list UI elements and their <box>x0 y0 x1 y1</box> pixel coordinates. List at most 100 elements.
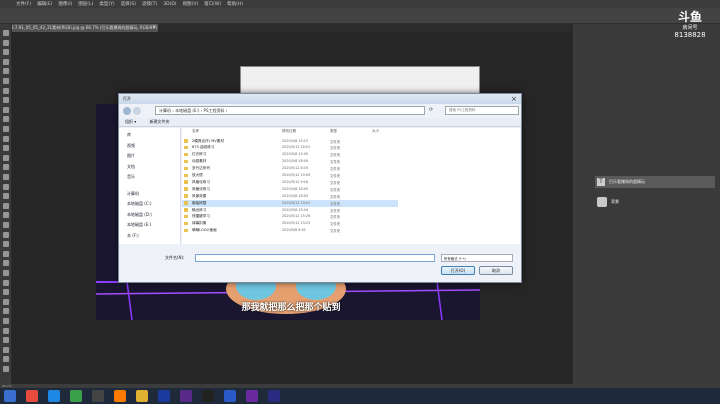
column-name[interactable]: 名称 <box>192 129 199 134</box>
new-folder-button[interactable]: 新建文件夹 <box>150 119 170 124</box>
taskbar-app-icon[interactable] <box>92 390 104 402</box>
cancel-button[interactable]: 取消 <box>479 266 513 275</box>
close-tab-icon[interactable]: × <box>152 24 160 32</box>
file-row[interactable]: 风格化练习 2020/5/12 9:16 文件夹 <box>182 179 398 186</box>
taskbar-app-icon[interactable] <box>202 390 214 402</box>
menu-item[interactable]: 编辑(E) <box>37 1 52 7</box>
column-type[interactable]: 类型 <box>330 129 337 134</box>
menu-item[interactable]: 文件(F) <box>16 1 31 7</box>
file-row[interactable]: 服装修整 2020/5/12 23:01 文件夹 <box>182 200 398 207</box>
search-input[interactable]: 搜索 PS工程资料 <box>445 106 519 115</box>
filename-input[interactable] <box>195 254 435 262</box>
taskbar-app-icon[interactable] <box>48 390 60 402</box>
tree-item[interactable]: 本地磁盘 (E:) <box>127 222 151 228</box>
tool-icon[interactable] <box>3 87 9 94</box>
file-row[interactable]: 675 曲线练习 2020/5/12 20:01 文件夹 <box>182 145 398 152</box>
tool-icon[interactable] <box>3 298 9 305</box>
layer-row-text[interactable]: T 巴乐看爆周的超精玩 <box>595 176 715 188</box>
tree-item[interactable]: 文档 <box>127 164 135 170</box>
taskbar-app-icon[interactable] <box>70 390 82 402</box>
layer-row-background[interactable]: 背景 <box>595 196 715 208</box>
tree-item[interactable]: 音乐 <box>127 174 135 180</box>
tree-item[interactable]: 图片 <box>127 153 135 159</box>
tool-icon[interactable] <box>3 135 9 142</box>
file-row[interactable]: 多代达系列 2020/5/12 8:16 文件夹 <box>182 166 398 173</box>
file-row[interactable]: 绿幕扣像 2020/5/12 23:23 文件夹 <box>182 221 398 228</box>
tool-icon[interactable] <box>3 202 9 209</box>
tool-icon[interactable] <box>3 174 9 180</box>
taskbar-app-icon[interactable] <box>4 390 16 402</box>
tool-icon[interactable] <box>3 212 9 219</box>
tool-icon[interactable] <box>3 241 9 248</box>
tool-icon[interactable] <box>3 49 9 56</box>
tool-icon[interactable] <box>3 58 9 65</box>
refresh-icon[interactable]: ⟳ <box>429 107 441 115</box>
menu-item[interactable]: 选择(S) <box>121 1 136 7</box>
file-row[interactable]: 风景效果 2020/5/8 18:03 文件夹 <box>182 193 398 200</box>
filetype-select[interactable]: 所有格式 (*.*) <box>441 254 513 262</box>
taskbar-app-icon[interactable] <box>136 390 148 402</box>
organize-button[interactable]: 组织 ▾ <box>125 119 136 124</box>
file-row[interactable]: 2模具合作) MV素材 2020/5/8 15:15 文件夹 <box>182 138 398 145</box>
tool-icon[interactable] <box>3 106 9 113</box>
taskbar-app-icon[interactable] <box>26 390 38 402</box>
menu-item[interactable]: 类型(Y) <box>99 1 114 7</box>
taskbar-app-icon[interactable] <box>246 390 258 402</box>
file-row[interactable]: 风格化练习 2020/5/8 18:05 文件夹 <box>182 186 398 193</box>
tree-item[interactable]: 本地磁盘 (C:) <box>127 201 152 207</box>
tool-icon[interactable] <box>3 145 9 152</box>
taskbar-app-icon[interactable] <box>180 390 192 402</box>
tool-icon[interactable] <box>3 270 9 276</box>
menu-item[interactable]: 视图(V) <box>183 1 199 7</box>
taskbar-app-icon[interactable] <box>224 390 236 402</box>
tool-icon[interactable] <box>3 356 9 363</box>
tool-icon[interactable] <box>3 337 9 344</box>
tool-icon[interactable] <box>3 97 9 104</box>
dialog-close-icon[interactable]: × <box>511 95 517 103</box>
address-bar[interactable]: 计算机 › 本地磁盘 (E:) › PS工程资料 › <box>155 106 425 115</box>
tool-icon[interactable] <box>3 193 9 200</box>
tool-icon[interactable] <box>3 289 9 296</box>
tool-icon[interactable] <box>3 154 9 161</box>
menu-item[interactable]: 3D(D) <box>163 2 176 7</box>
file-row[interactable]: 快捷键学习 2020/5/12 15:26 文件夹 <box>182 214 398 221</box>
tool-icon[interactable] <box>3 164 9 171</box>
tool-icon[interactable] <box>3 222 9 228</box>
file-row[interactable]: 萌萌LOGO速画 2020/5/8 8:01 文件夹 <box>182 228 398 235</box>
tool-icon[interactable] <box>3 318 9 324</box>
tool-icon[interactable] <box>3 250 9 257</box>
open-button[interactable]: 打开(O) <box>441 266 475 275</box>
tool-icon[interactable] <box>3 279 9 286</box>
column-size[interactable]: 大小 <box>372 129 379 134</box>
tool-icon[interactable] <box>3 78 9 84</box>
tool-icon[interactable] <box>3 183 9 190</box>
tool-icon[interactable] <box>3 366 9 372</box>
taskbar-app-icon[interactable] <box>114 390 126 402</box>
tool-icon[interactable] <box>3 30 9 36</box>
file-row[interactable]: 灯光练习 2020/5/8 15:05 文件夹 <box>182 152 398 159</box>
taskbar-app-icon[interactable] <box>158 390 170 402</box>
tree-item[interactable]: 本地磁盘 (D:) <box>127 212 152 218</box>
file-row[interactable]: 输出练习 2020/5/8 15:04 文件夹 <box>182 207 398 214</box>
menu-item[interactable]: 窗口(W) <box>204 1 221 7</box>
tool-icon[interactable] <box>3 39 9 46</box>
tree-item[interactable]: 视频 <box>127 143 135 149</box>
tool-icon[interactable] <box>3 68 9 75</box>
tool-icon[interactable] <box>3 231 9 238</box>
tool-icon[interactable] <box>3 327 9 334</box>
tool-icon[interactable] <box>3 260 9 267</box>
column-date[interactable]: 修改日期 <box>282 129 296 134</box>
document-tab[interactable]: 3.7.91_05_05_42_31素材(RGB).jpg @ 66.7% (巴… <box>8 24 158 32</box>
menu-item[interactable]: 图像(I) <box>58 1 72 7</box>
file-row[interactable]: 放大镜 2020/5/12 10:09 文件夹 <box>182 173 398 180</box>
forward-icon[interactable] <box>133 107 141 115</box>
taskbar-app-icon[interactable] <box>268 390 280 402</box>
back-icon[interactable] <box>123 107 131 115</box>
tree-item[interactable]: 库 <box>127 132 131 138</box>
tree-item[interactable]: 计算机 <box>127 191 139 197</box>
tool-icon[interactable] <box>3 308 9 315</box>
menu-item[interactable]: 帮助(H) <box>227 1 243 7</box>
menu-item[interactable]: 滤镜(T) <box>142 1 157 7</box>
tool-icon[interactable] <box>3 346 9 353</box>
tree-item[interactable]: 本 (F:) <box>127 233 139 239</box>
